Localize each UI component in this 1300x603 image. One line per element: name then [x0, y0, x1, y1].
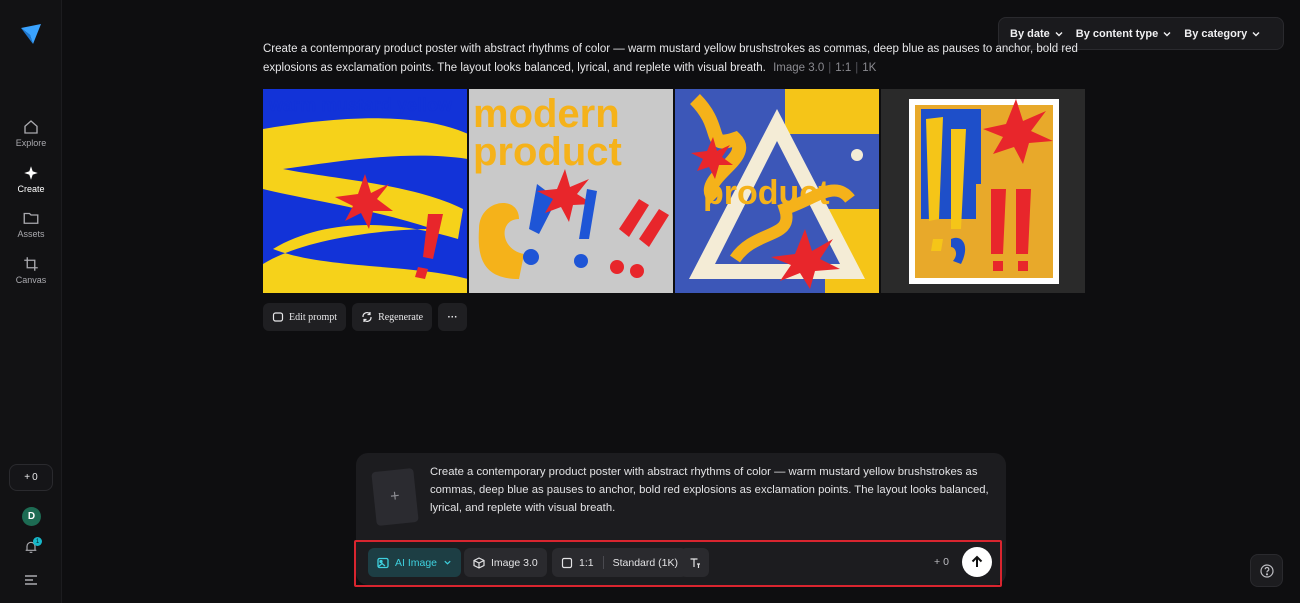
- meta-separator: |: [828, 62, 832, 74]
- more-options-button[interactable]: ···: [438, 303, 468, 331]
- image-text: product: [703, 174, 830, 212]
- sidebar: Explore Create Assets Canvas + 0 D 1: [0, 0, 62, 603]
- filter-label: By category: [1184, 27, 1248, 40]
- generation-cost: + 0: [934, 556, 949, 568]
- image-text: product: [473, 130, 622, 174]
- refresh-icon: [362, 312, 372, 322]
- plus-icon: +: [389, 487, 401, 506]
- edit-icon: [272, 312, 284, 322]
- button-label: Regenerate: [378, 311, 424, 323]
- sparkle-icon: [24, 166, 38, 180]
- cost-value: 0: [943, 556, 949, 568]
- menu-icon[interactable]: [24, 574, 38, 586]
- prompt-input[interactable]: Create a contemporary product poster wit…: [430, 463, 990, 517]
- sidebar-item-assets[interactable]: Assets: [0, 209, 62, 239]
- quality-label: Standard (1K): [612, 556, 678, 569]
- credits-button[interactable]: + 0: [9, 464, 53, 491]
- logo-icon[interactable]: [19, 22, 43, 46]
- divider: [602, 556, 604, 569]
- button-label: Edit prompt: [289, 311, 338, 323]
- sidebar-item-canvas[interactable]: Canvas: [0, 255, 62, 285]
- home-icon: [24, 120, 38, 134]
- send-button[interactable]: [962, 547, 992, 577]
- sidebar-item-label: Assets: [17, 229, 45, 239]
- composer-toolbar: AI Image Image 3.0 1:1 Standard (1K) + 0: [354, 540, 1002, 587]
- model-selector[interactable]: Image 3.0: [464, 548, 547, 577]
- ratio-quality-selector[interactable]: 1:1 Standard (1K): [552, 548, 687, 577]
- generated-image-2[interactable]: modern product: [469, 89, 673, 293]
- regenerate-button[interactable]: Regenerate: [352, 303, 433, 331]
- filter-label: By content type: [1075, 27, 1159, 40]
- generated-image-4[interactable]: [881, 89, 1085, 293]
- image-text: warm mustard yellow: [268, 95, 453, 115]
- upload-reference-button[interactable]: +: [371, 467, 419, 527]
- result-actions: Edit prompt Regenerate ···: [263, 303, 468, 331]
- aspect-ratio-icon: [561, 557, 573, 568]
- generated-image-1[interactable]: warm mustard yellow: [263, 89, 467, 293]
- result-prompt: Create a contemporary product poster wit…: [263, 40, 1085, 78]
- more-icon: ···: [447, 311, 458, 323]
- sidebar-item-label: Explore: [15, 138, 47, 148]
- resolution-tag: 1K: [862, 62, 877, 74]
- prompt-composer: + Create a contemporary product poster w…: [354, 453, 1006, 587]
- result-images: warm mustard yellow modern product produ…: [263, 89, 1085, 293]
- cube-icon: [473, 556, 485, 569]
- edit-prompt-button[interactable]: Edit prompt: [263, 303, 347, 331]
- avatar[interactable]: D: [22, 507, 41, 526]
- sidebar-item-label: Canvas: [15, 275, 47, 285]
- ratio-tag: 1:1: [835, 62, 852, 74]
- ratio-label: 1:1: [579, 556, 594, 569]
- folder-icon: [23, 212, 39, 224]
- help-button[interactable]: [1250, 554, 1283, 587]
- mode-selector[interactable]: AI Image: [368, 548, 462, 577]
- help-icon: [1259, 563, 1274, 578]
- sidebar-item-explore[interactable]: Explore: [0, 118, 62, 148]
- image-icon: [377, 557, 389, 568]
- prompt-text: Create a contemporary product poster wit…: [263, 43, 1078, 74]
- mode-label: AI Image: [395, 556, 438, 569]
- chevron-down-icon: [1252, 31, 1260, 36]
- notification-badge: 1: [33, 537, 42, 546]
- sidebar-item-create[interactable]: Create: [0, 164, 62, 194]
- arrow-up-icon: [971, 555, 983, 567]
- crop-icon: [24, 257, 38, 271]
- chevron-down-icon: [1055, 31, 1063, 36]
- generated-image-3[interactable]: product: [675, 89, 879, 293]
- sparkle-small-icon: +: [934, 556, 941, 568]
- chevron-down-icon: [1163, 31, 1171, 36]
- model-tag: Image 3.0: [773, 62, 825, 74]
- filter-by-content-type[interactable]: By content type: [1071, 24, 1178, 44]
- filter-label: By date: [1010, 27, 1050, 40]
- sparkle-small-icon: +: [24, 472, 31, 483]
- credits-count: 0: [32, 472, 38, 483]
- text-style-button[interactable]: [680, 548, 709, 577]
- meta-separator: |: [855, 62, 859, 74]
- chevron-down-icon: [444, 560, 451, 565]
- filter-by-category[interactable]: By category: [1179, 24, 1266, 44]
- model-label: Image 3.0: [491, 556, 538, 569]
- sidebar-item-label: Create: [17, 184, 45, 194]
- text-format-icon: [690, 557, 700, 568]
